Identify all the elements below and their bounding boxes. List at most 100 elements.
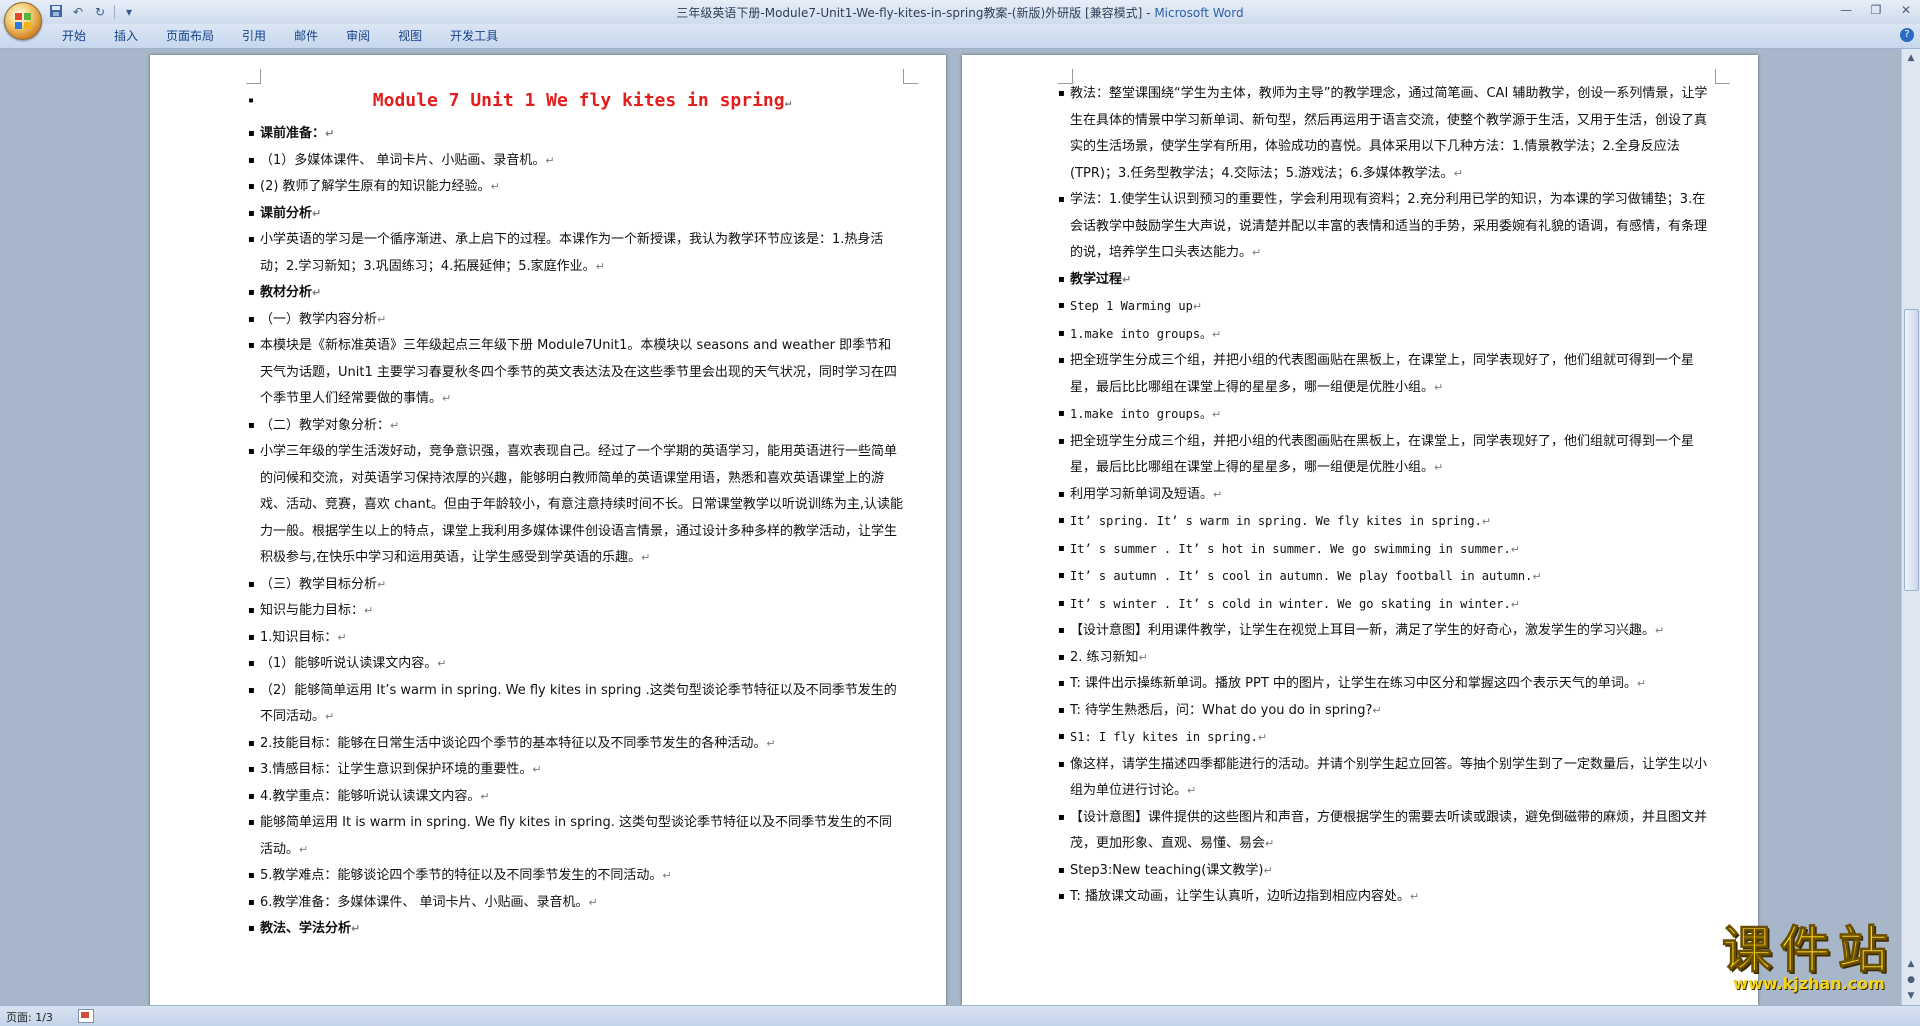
maximize-icon[interactable]: ❐ xyxy=(1868,3,1884,17)
paragraph: ▪ T: 待学生熟悉后，问：What do you do in spring?↵ xyxy=(1058,698,1716,725)
watermark-logo: 课件站 xyxy=(1722,920,1896,979)
paragraph-mark-icon: ↵ xyxy=(1453,166,1463,180)
page-count[interactable]: 页面: 1/3 xyxy=(6,1009,53,1025)
next-page-icon[interactable]: ▼ xyxy=(1904,989,1918,1003)
paragraph: ▪ （1）能够听说认读课文内容。↵ xyxy=(248,651,904,678)
paragraph-bullet: ▪ xyxy=(1058,704,1065,716)
paragraph-mark-icon: ↵ xyxy=(299,842,309,856)
tab-4[interactable]: 邮件 xyxy=(280,28,332,44)
proofing-icon[interactable] xyxy=(78,1009,94,1023)
paragraph-mark-icon: ↵ xyxy=(390,418,400,432)
app-name: Microsoft Word xyxy=(1154,6,1244,20)
tab-0[interactable]: 开始 xyxy=(48,28,100,44)
paragraph: ▪ 小学英语的学习是一个循序渐进、承上启下的过程。本课作为一个新授课，我认为教学环… xyxy=(248,227,904,280)
paragraph-bullet: ▪ xyxy=(248,128,255,139)
paragraph-bullet: ▪ xyxy=(248,340,255,351)
paragraph-bullet: ▪ xyxy=(248,923,255,934)
paragraph-text: T: 待学生熟悉后，问：What do you do in spring? xyxy=(1070,702,1373,718)
paragraph-bullet: ▪ xyxy=(1058,570,1065,581)
paragraph-bullet: ▪ xyxy=(248,764,255,775)
paragraph-bullet: ▪ xyxy=(248,790,255,802)
tab-5[interactable]: 审阅 xyxy=(332,28,384,44)
window-title: 三年级英语下册-Module7-Unit1-We-fly-kites-in-sp… xyxy=(0,4,1920,21)
paragraph: ▪ 能够简单运用 It is warm in spring. We fly kit… xyxy=(248,810,904,863)
office-logo-icon xyxy=(15,13,31,29)
close-icon[interactable]: ✕ xyxy=(1898,3,1914,17)
paragraph: ▪ 5.教学难点：能够谈论四个季节的特征以及不同季节发生的不同活动。↵ xyxy=(248,863,904,890)
window-controls: — ❐ ✕ xyxy=(1838,3,1914,17)
paragraph: ▪ 6.教学准备：多媒体课件、 单词卡片、小贴画、录音机。↵ xyxy=(248,890,904,917)
paragraph-text: 把全班学生分成三个组，并把小组的代表图画贴在黑板上，在课堂上，同学表现好了，他们… xyxy=(1070,353,1695,395)
heading-paragraph: ▪ 课前分析↵ xyxy=(248,201,904,228)
page-1-content[interactable]: ▪ Module 7 Unit 1 We fly kites in spring… xyxy=(248,85,904,943)
paragraph-bullet: ▪ xyxy=(248,207,255,219)
paragraph: ▪ Step 1 Warming up↵ xyxy=(1058,293,1716,321)
paragraph: ▪ 把全班学生分成三个组，并把小组的代表图画贴在黑板上，在课堂上，同学表现好了，他… xyxy=(1058,348,1716,401)
paragraph: ▪ It’ s autumn . It’ s cool in autumn. We… xyxy=(1058,563,1716,591)
paragraph: ▪ 2. 练习新知↵ xyxy=(1058,645,1716,672)
tab-6[interactable]: 视图 xyxy=(384,28,436,44)
paragraph-bullet: ▪ xyxy=(1058,273,1065,285)
heading-paragraph: ▪ 课前准备：↵ xyxy=(248,121,904,148)
help-icon[interactable]: ? xyxy=(1900,28,1914,42)
paragraph-mark-icon: ↵ xyxy=(442,392,452,405)
paragraph: ▪ 像这样，请学生描述四季都能进行的活动。并请个别学生起立回答。等抽个别学生到了一… xyxy=(1058,752,1716,805)
paragraph-bullet: ▪ xyxy=(1058,435,1065,447)
tab-7[interactable]: 开发工具 xyxy=(436,28,512,44)
office-button[interactable] xyxy=(4,2,42,40)
paragraph-bullet: ▪ xyxy=(248,896,255,908)
paragraph-text: 能够简单运用 It is warm in spring. We fly kite… xyxy=(260,815,893,857)
paragraph-bullet: ▪ xyxy=(1058,758,1065,770)
paragraph-mark-icon: ↵ xyxy=(532,763,542,776)
paragraph-bullet: ▪ xyxy=(1058,678,1065,689)
paragraph: ▪ 【设计意图】课件提供的这些图片和声音，方便根据学生的需要去听读或跟读，避免倒磁… xyxy=(1058,805,1716,858)
paragraph-mark-icon: ↵ xyxy=(377,577,387,591)
paragraph-text: 小学英语的学习是一个循序渐进、承上启下的过程。本课作为一个新授课，我认为教学环节… xyxy=(260,232,884,274)
heading-paragraph: ▪ 教法、学法分析↵ xyxy=(248,916,904,943)
vertical-scrollbar[interactable]: ▲ ▲ ● ▼ xyxy=(1901,49,1920,1005)
previous-page-icon[interactable]: ▲ xyxy=(1904,957,1918,971)
paragraph-mark-icon: ↵ xyxy=(1138,650,1148,664)
paragraph: ▪ Step3:New teaching(课文教学)↵ xyxy=(1058,858,1716,885)
paragraph-text: It’ s winter . It’ s cold in winter. We … xyxy=(1070,596,1511,611)
paragraph-bullet: ▪ xyxy=(1058,488,1065,500)
paragraph: ▪ It’ s winter . It’ s cold in winter. We… xyxy=(1058,591,1716,619)
document-name: 三年级英语下册-Module7-Unit1-We-fly-kites-in-sp… xyxy=(676,6,1155,20)
paragraph-bullet: ▪ xyxy=(248,578,255,590)
paragraph-text: (2) 教师了解学生原有的知识能力经验。 xyxy=(260,179,491,194)
paragraph-mark-icon: ↵ xyxy=(1532,570,1542,583)
paragraph: ▪ T: 课件出示操练新单词。播放 PPT 中的图片，让学生在练习中区分和掌握这四… xyxy=(1058,671,1716,698)
paragraph-bullet: ▪ xyxy=(248,631,255,643)
paragraph-mark-icon: ↵ xyxy=(545,153,555,167)
paragraph-mark-icon: ↵ xyxy=(351,922,361,935)
paragraph: ▪ It’ s summer . It’ s hot in summer. We … xyxy=(1058,536,1716,564)
paragraph-mark-icon: ↵ xyxy=(1192,300,1203,313)
tab-list: 开始 插入 页面布局 引用 邮件 审阅 视图 开发工具 xyxy=(48,28,512,44)
paragraph-bullet: ▪ xyxy=(248,154,255,166)
paragraph-bullet: ▪ xyxy=(1058,515,1065,526)
title-bar: ↶ ↻ ▾ 三年级英语下册-Module7-Unit1-We-fly-kites… xyxy=(0,0,1920,40)
paragraph-text: 教材分析 xyxy=(260,285,313,300)
paragraph-text: （2）能够简单运用 It’s warm in spring. We fly ki… xyxy=(260,682,897,725)
tab-3[interactable]: 引用 xyxy=(228,28,280,44)
page-2-content[interactable]: ▪ 教法：整堂课围绕“学生为主体，教师为主导”的教学理念，通过简笔画、CAI 辅助… xyxy=(1058,81,1716,911)
scroll-up-icon[interactable]: ▲ xyxy=(1904,51,1918,65)
paragraph-text: （二）教学对象分析： xyxy=(260,417,391,433)
paragraph: ▪ （1）多媒体课件、 单词卡片、小贴画、录音机。↵ xyxy=(248,148,904,175)
tab-1[interactable]: 插入 xyxy=(100,28,152,44)
paragraph-text: 把全班学生分成三个组，并把小组的代表图画贴在黑板上，在课堂上，同学表现好了，他们… xyxy=(1070,433,1695,476)
paragraph-mark-icon: ↵ xyxy=(337,630,347,644)
select-browse-object-icon[interactable]: ● xyxy=(1904,973,1918,987)
scroll-thumb[interactable] xyxy=(1904,309,1919,591)
paragraph-mark-icon: ↵ xyxy=(595,259,605,273)
paragraph-bullet: ▪ xyxy=(248,287,255,298)
paragraph: ▪ 【设计意图】利用课件教学，让学生在视觉上耳目一新，满足了学生的好奇心，激发学生… xyxy=(1058,618,1716,645)
paragraph-mark-icon: ↵ xyxy=(1252,246,1262,259)
paragraph-mark-icon: ↵ xyxy=(490,180,500,193)
tab-2[interactable]: 页面布局 xyxy=(152,28,228,44)
paragraph-bullet: ▪ xyxy=(1058,355,1065,366)
paragraph-bullet: ▪ xyxy=(1058,625,1065,636)
paragraph: ▪ 1.make into groups。↵ xyxy=(1058,401,1716,429)
document-title: ▪ Module 7 Unit 1 We fly kites in spring… xyxy=(248,85,904,121)
minimize-icon[interactable]: — xyxy=(1838,3,1854,17)
